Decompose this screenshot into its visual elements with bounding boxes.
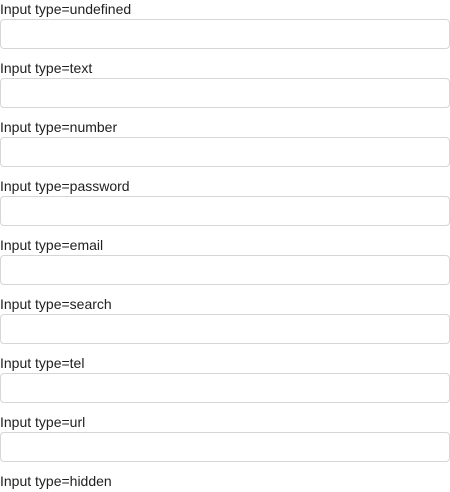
field-label-email: Input type=email: [0, 237, 104, 253]
field-label-search: Input type=search: [0, 296, 112, 312]
field-label-hidden: Input type=hidden: [0, 473, 112, 489]
input-search[interactable]: [0, 314, 450, 344]
field-url: Input type=url: [0, 413, 450, 472]
field-label-number: Input type=number: [0, 119, 118, 135]
input-password[interactable]: [0, 196, 450, 226]
field-label-tel: Input type=tel: [0, 355, 85, 371]
field-hidden: Input type=hidden: [0, 472, 450, 492]
field-tel: Input type=tel: [0, 354, 450, 413]
input-url[interactable]: [0, 432, 450, 462]
input-types-form: Input type=undefined Input type=text Inp…: [0, 0, 450, 492]
field-text: Input type=text: [0, 59, 450, 118]
input-number[interactable]: [0, 137, 450, 167]
field-search: Input type=search: [0, 295, 450, 354]
field-password: Input type=password: [0, 177, 450, 236]
input-undefined[interactable]: [0, 19, 450, 49]
input-text[interactable]: [0, 78, 450, 108]
input-tel[interactable]: [0, 373, 450, 403]
field-label-password: Input type=password: [0, 178, 130, 194]
field-undefined: Input type=undefined: [0, 0, 450, 59]
field-label-url: Input type=url: [0, 414, 86, 430]
input-email[interactable]: [0, 255, 450, 285]
field-email: Input type=email: [0, 236, 450, 295]
field-label-text: Input type=text: [0, 60, 93, 76]
field-number: Input type=number: [0, 118, 450, 177]
field-label-undefined: Input type=undefined: [0, 1, 132, 17]
